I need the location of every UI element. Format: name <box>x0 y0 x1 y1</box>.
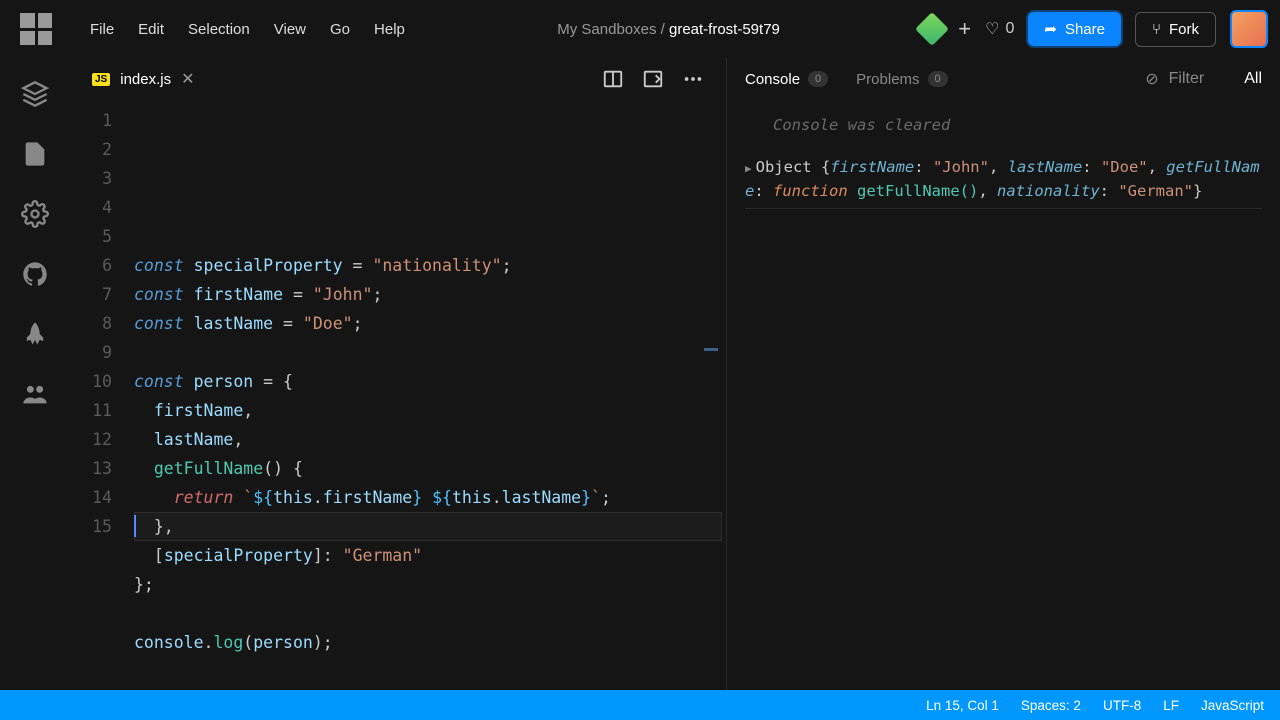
menu-selection[interactable]: Selection <box>176 15 262 44</box>
code-line: lastName, <box>134 425 726 454</box>
share-icon: ➦ <box>1044 20 1057 38</box>
heart-icon: ♡ <box>985 19 999 39</box>
code-line: firstName, <box>134 396 726 425</box>
github-icon[interactable] <box>21 260 49 288</box>
menu-edit[interactable]: Edit <box>126 15 176 44</box>
console-output[interactable]: Console was cleared ▶Object {firstName: … <box>727 100 1280 690</box>
console-label: Console <box>745 71 800 88</box>
gem-icon[interactable] <box>915 12 949 46</box>
code-editor[interactable]: 123456789101112131415 const specialPrope… <box>70 100 726 690</box>
close-icon[interactable]: ✕ <box>181 69 194 89</box>
menu-go[interactable]: Go <box>318 15 362 44</box>
menubar: FileEditSelectionViewGoHelp My Sandboxes… <box>0 0 1280 58</box>
share-button[interactable]: ➦ Share <box>1028 12 1121 46</box>
menu-file[interactable]: File <box>78 15 126 44</box>
cube-icon[interactable] <box>21 80 49 108</box>
clear-icon[interactable]: ⊘ <box>1145 69 1158 89</box>
fork-icon: ⑂ <box>1152 21 1161 38</box>
code-line: const person = { <box>134 367 726 396</box>
avatar[interactable] <box>1230 10 1268 48</box>
problems-count: 0 <box>928 71 948 87</box>
menu-items: FileEditSelectionViewGoHelp <box>78 15 417 44</box>
code-line: [specialProperty]: "German" <box>134 541 726 570</box>
rocket-icon[interactable] <box>21 320 49 348</box>
code-line: }; <box>134 570 726 599</box>
filter-all-button[interactable]: All <box>1244 70 1262 88</box>
activity-bar <box>0 58 70 690</box>
console-cleared-message: Console was cleared <box>745 110 1262 150</box>
tab-filename: index.js <box>120 71 171 88</box>
fork-button[interactable]: ⑂ Fork <box>1135 12 1216 47</box>
encoding[interactable]: UTF-8 <box>1103 698 1141 713</box>
code-content[interactable]: const specialProperty = "nationality";co… <box>134 106 726 690</box>
tab-console[interactable]: Console 0 <box>745 71 828 88</box>
filter-label: Filter <box>1169 70 1205 88</box>
menu-view[interactable]: View <box>262 15 318 44</box>
statusbar: Ln 15, Col 1 Spaces: 2 UTF-8 LF JavaScri… <box>0 690 1280 720</box>
code-line: console.log(person); <box>134 628 726 657</box>
breadcrumb-current: great-frost-59t79 <box>669 21 780 38</box>
app-logo[interactable] <box>20 13 52 45</box>
users-icon[interactable] <box>21 380 49 408</box>
breadcrumb[interactable]: My Sandboxes / great-frost-59t79 <box>423 21 914 38</box>
main-area: JS index.js ✕ 123456789101112131415 cons… <box>0 58 1280 690</box>
editor-tabs: JS index.js ✕ <box>70 58 726 100</box>
cursor-position[interactable]: Ln 15, Col 1 <box>926 698 999 713</box>
fork-label: Fork <box>1169 21 1199 38</box>
console-entry[interactable]: ▶Object {firstName: "John", lastName: "D… <box>745 150 1262 209</box>
tab-problems[interactable]: Problems 0 <box>856 71 947 88</box>
code-line: getFullName() { <box>134 454 726 483</box>
gear-icon[interactable] <box>21 200 49 228</box>
menu-help[interactable]: Help <box>362 15 417 44</box>
editor-area: JS index.js ✕ 123456789101112131415 cons… <box>70 58 726 690</box>
likes-counter[interactable]: ♡ 0 <box>985 19 1014 39</box>
code-line <box>134 599 726 628</box>
panel-tabs: Console 0 Problems 0 ⊘ Filter All <box>727 58 1280 100</box>
editor-actions <box>602 68 718 90</box>
code-line <box>134 338 726 367</box>
breadcrumb-parent: My Sandboxes / <box>557 21 669 38</box>
line-gutter: 123456789101112131415 <box>70 106 134 690</box>
likes-count: 0 <box>1005 20 1014 38</box>
preview-icon[interactable] <box>642 68 664 90</box>
problems-label: Problems <box>856 71 919 88</box>
language-mode[interactable]: JavaScript <box>1201 698 1264 713</box>
console-count: 0 <box>808 71 828 87</box>
expand-caret-icon[interactable]: ▶ <box>745 162 752 175</box>
plus-icon[interactable]: + <box>958 16 971 42</box>
active-line-highlight <box>134 512 722 541</box>
more-icon[interactable] <box>682 68 704 90</box>
js-badge-icon: JS <box>92 73 110 86</box>
code-line: const specialProperty = "nationality"; <box>134 251 726 280</box>
split-icon[interactable] <box>602 68 624 90</box>
share-label: Share <box>1065 21 1105 38</box>
filter-control[interactable]: ⊘ Filter All <box>1145 69 1262 89</box>
indent-setting[interactable]: Spaces: 2 <box>1021 698 1081 713</box>
tab-indexjs[interactable]: JS index.js ✕ <box>78 61 209 97</box>
code-line <box>134 657 726 686</box>
code-line: const firstName = "John"; <box>134 280 726 309</box>
eol[interactable]: LF <box>1163 698 1179 713</box>
header-actions: + ♡ 0 ➦ Share ⑂ Fork <box>920 10 1268 48</box>
file-icon[interactable] <box>21 140 49 168</box>
minimap-marker <box>704 348 718 351</box>
code-line: const lastName = "Doe"; <box>134 309 726 338</box>
panel-area: Console 0 Problems 0 ⊘ Filter All Consol… <box>726 58 1280 690</box>
text-cursor <box>134 515 136 537</box>
code-line: return `${this.firstName} ${this.lastNam… <box>134 483 726 512</box>
